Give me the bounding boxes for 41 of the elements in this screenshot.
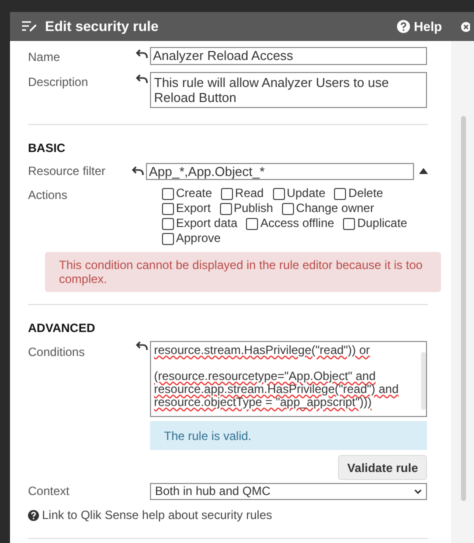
field-label: Name bbox=[28, 49, 62, 66]
action-checkbox[interactable]: Read bbox=[221, 186, 264, 201]
help-icon bbox=[28, 510, 39, 520]
context-select[interactable]: Both in hub and QMC bbox=[150, 482, 427, 500]
collapse-caret-icon[interactable] bbox=[419, 168, 428, 174]
section-heading: ADVANCED bbox=[28, 320, 96, 337]
undo-icon[interactable] bbox=[136, 74, 148, 84]
chevron-down-icon bbox=[414, 488, 422, 494]
action-checkbox[interactable]: Create bbox=[162, 186, 212, 201]
action-checkbox[interactable]: Change owner bbox=[282, 201, 374, 216]
field-label: Description bbox=[28, 74, 90, 91]
description-field[interactable]: This rule will allow Analyzer Users to use Reload Button bbox=[150, 72, 427, 108]
action-checkbox[interactable]: Access offline bbox=[246, 216, 334, 231]
name-field[interactable]: Analyzer Reload Access bbox=[150, 47, 427, 65]
scrollbar[interactable] bbox=[461, 116, 466, 501]
undo-icon[interactable] bbox=[136, 49, 148, 59]
resource-filter-field[interactable]: App_*,App.Object_* bbox=[146, 162, 414, 180]
help-button[interactable]: Help bbox=[396, 16, 442, 36]
conditions-field[interactable]: resource.stream.HasPrivilege("read")) or (resource.resourcetype="App.Object" and resource.app.stream.HasPrivilege("read") and resource.objectType = "app_appscript"))) bbox=[150, 341, 427, 417]
undo-icon[interactable] bbox=[132, 166, 144, 176]
validate-rule-button[interactable]: Validate rule bbox=[338, 455, 427, 480]
field-label: Context bbox=[28, 483, 70, 500]
action-checkbox[interactable]: Publish bbox=[220, 201, 274, 216]
action-checkbox[interactable]: Delete bbox=[334, 186, 384, 201]
field-label: Actions bbox=[28, 187, 68, 204]
field-label: Resource filter bbox=[28, 163, 106, 180]
action-checkbox[interactable]: Export bbox=[162, 201, 211, 216]
help-icon bbox=[396, 20, 410, 33]
section-heading: BASIC bbox=[28, 140, 66, 157]
close-icon[interactable] bbox=[460, 20, 470, 32]
edit-list-icon bbox=[22, 21, 37, 32]
help-link[interactable]: Link to Qlik Sense help about security rules bbox=[28, 506, 441, 524]
action-checkbox[interactable]: Approve bbox=[162, 231, 221, 246]
action-checkbox[interactable]: Duplicate bbox=[343, 216, 408, 231]
field-label: Conditions bbox=[28, 344, 86, 361]
undo-icon[interactable] bbox=[136, 341, 148, 351]
error-message: This condition cannot be displayed in the rule editor because it is too complex. bbox=[45, 252, 441, 292]
dialog-title: Edit security rule bbox=[45, 17, 159, 36]
action-checkbox[interactable]: Update bbox=[272, 186, 326, 201]
action-checkbox[interactable]: Export data bbox=[162, 216, 238, 231]
success-message: The rule is valid. bbox=[150, 421, 427, 450]
